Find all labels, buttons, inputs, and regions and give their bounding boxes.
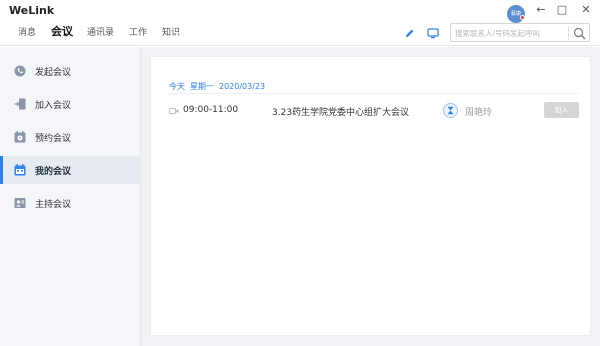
search-icon[interactable] bbox=[573, 27, 586, 40]
pencil-icon bbox=[405, 29, 413, 37]
calendar-icon bbox=[14, 164, 26, 176]
search-divider bbox=[568, 26, 569, 40]
sidebar-item-schedule-meeting[interactable]: 预约会议 bbox=[0, 123, 141, 151]
divider bbox=[169, 93, 579, 94]
maximize-button[interactable]: □ bbox=[554, 2, 570, 18]
search-box bbox=[450, 23, 590, 42]
notification-dot bbox=[520, 15, 525, 20]
sidebar-item-my-meetings[interactable]: 我的会议 bbox=[0, 156, 141, 184]
user-avatar[interactable]: 蔡康 bbox=[507, 5, 525, 23]
calendar-clock-icon bbox=[14, 131, 26, 143]
sidebar-item-start-meeting[interactable]: 发起会议 bbox=[0, 57, 141, 85]
sidebar-item-label: 加入会议 bbox=[35, 101, 72, 111]
meeting-title: 3.23药生学院党委中心组扩大会议 bbox=[272, 108, 410, 118]
date-value: 2020/03/23 bbox=[219, 82, 266, 91]
date-today-label: 今天 bbox=[169, 82, 185, 91]
nav-tab-knowledge[interactable]: 知识 bbox=[162, 25, 180, 38]
close-button[interactable]: ✕ bbox=[578, 2, 594, 18]
nav-tab-contacts[interactable]: 通讯录 bbox=[87, 25, 114, 38]
edit-button[interactable] bbox=[401, 25, 417, 41]
search-input[interactable] bbox=[455, 26, 567, 40]
host-icon bbox=[14, 198, 26, 208]
sidebar-item-label: 预约会议 bbox=[35, 134, 72, 144]
date-header: 今天 星期一 2020/03/23 bbox=[169, 81, 270, 92]
hourglass-icon bbox=[447, 106, 454, 115]
meeting-time: 09:00-11:00 bbox=[183, 105, 239, 115]
sidebar-item-label: 主持会议 bbox=[35, 200, 72, 210]
sidebar: 发起会议 加入会议 预约会议 我的会议 主持会议 bbox=[0, 47, 141, 346]
meeting-list-card: 今天 星期一 2020/03/23 09:00-11:00 3.23药生学院党委中心… bbox=[151, 57, 590, 335]
join-button[interactable]: 加入 bbox=[544, 102, 579, 118]
nav-tab-messages[interactable]: 消息 bbox=[18, 25, 36, 38]
nav-tab-meetings[interactable]: 会议 bbox=[51, 23, 73, 39]
join-door-icon bbox=[14, 98, 26, 110]
date-weekday-label: 星期一 bbox=[190, 82, 214, 91]
screen-share-button[interactable] bbox=[425, 25, 441, 41]
phone-icon bbox=[14, 65, 26, 77]
sidebar-item-label: 发起会议 bbox=[35, 68, 72, 78]
host-avatar bbox=[443, 103, 458, 118]
sidebar-item-join-meeting[interactable]: 加入会议 bbox=[0, 90, 141, 118]
back-button[interactable]: ← bbox=[533, 2, 549, 18]
sidebar-item-label: 我的会议 bbox=[35, 167, 72, 177]
app-title: WeLink bbox=[9, 4, 55, 17]
sidebar-item-host-meeting[interactable]: 主持会议 bbox=[0, 189, 141, 217]
title-bar: WeLink 消息 会议 通讯录 工作 知识 蔡康 ← □ ✕ bbox=[0, 0, 600, 46]
host-name: 周艳玲 bbox=[465, 108, 493, 118]
main-panel: 今天 星期一 2020/03/23 09:00-11:00 3.23药生学院党委中心… bbox=[141, 47, 600, 346]
monitor-icon bbox=[427, 27, 439, 38]
meeting-row[interactable]: 09:00-11:00 3.23药生学院党委中心组扩大会议 周艳玲 加入 bbox=[169, 101, 579, 121]
nav-tab-work[interactable]: 工作 bbox=[129, 25, 147, 38]
video-camera-icon bbox=[169, 108, 179, 114]
